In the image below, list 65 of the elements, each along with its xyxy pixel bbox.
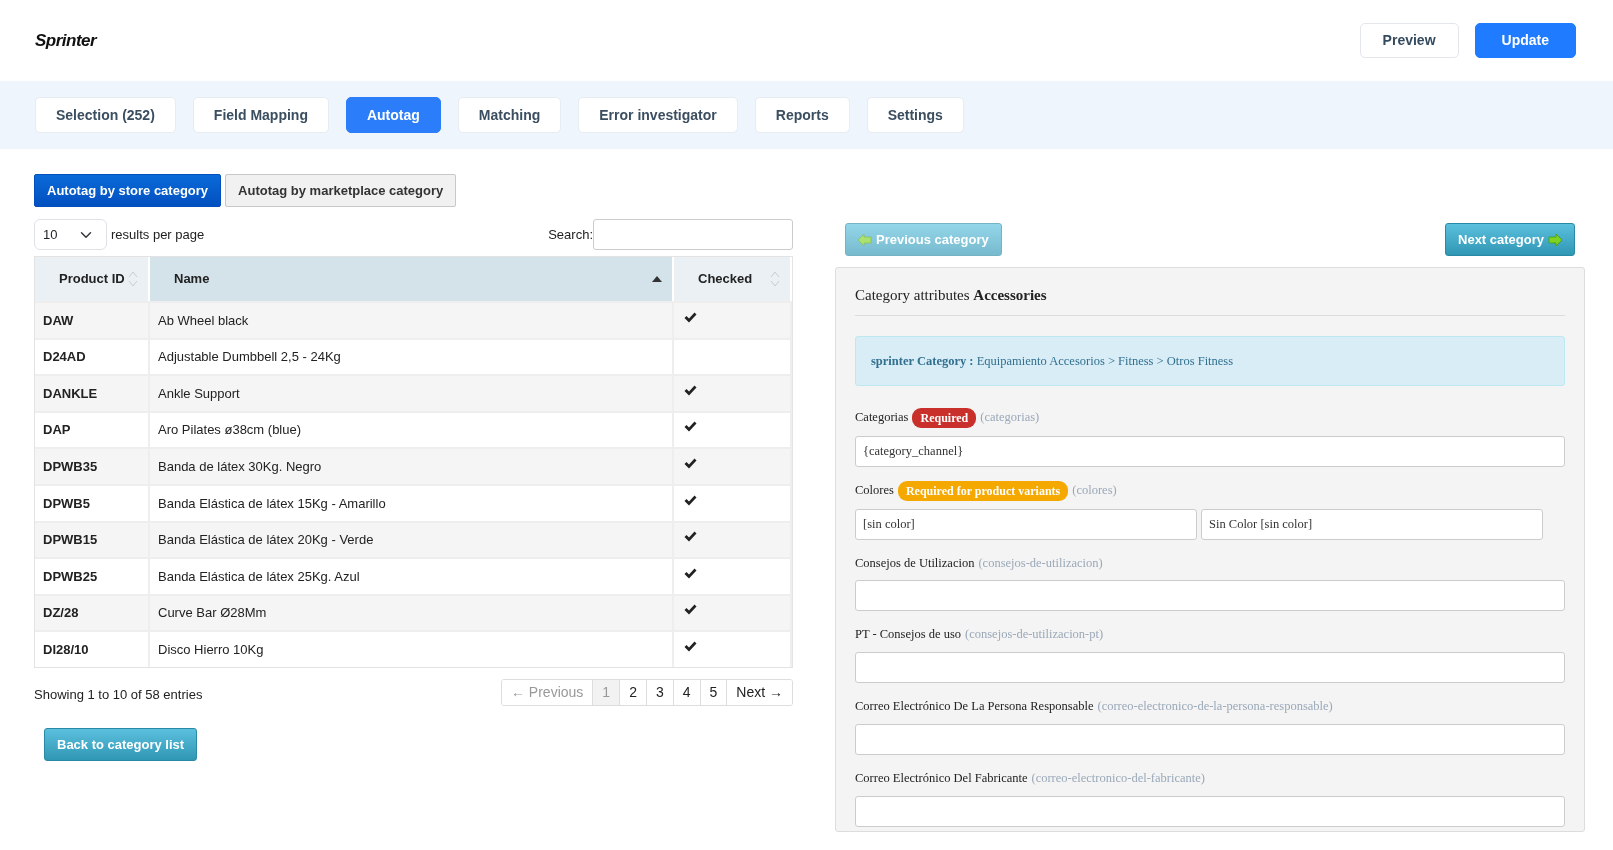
nav-tab[interactable]: Selection (252) bbox=[35, 97, 176, 133]
sub-tab[interactable]: Autotag by marketplace category bbox=[225, 174, 457, 207]
nav-tab[interactable]: Autotag bbox=[345, 97, 441, 133]
required-badge: Required for product variants bbox=[897, 480, 1069, 501]
attribute-label: PT - Consejos de uso bbox=[855, 626, 962, 644]
right-arrow-icon bbox=[1548, 233, 1562, 246]
check-icon bbox=[684, 494, 697, 506]
attribute-input[interactable]: {category_channel} bbox=[855, 435, 1565, 467]
attribute-input[interactable] bbox=[855, 580, 1565, 612]
attribute-code: (categorias) bbox=[980, 409, 1040, 427]
nav-tab[interactable]: Matching bbox=[457, 97, 562, 133]
next-page-link[interactable]: Next → bbox=[726, 679, 792, 705]
required-badge: Required bbox=[912, 407, 977, 428]
attribute-code: (correo-electronico-del-fabricante) bbox=[1031, 769, 1205, 787]
nav-tab[interactable]: Error investigator bbox=[578, 97, 738, 133]
check-icon bbox=[684, 531, 697, 543]
check-icon bbox=[684, 421, 697, 433]
table-cell: DI28/10 bbox=[35, 630, 150, 667]
check-icon bbox=[684, 384, 697, 396]
table-cell: Ab Wheel black bbox=[150, 301, 674, 338]
table-cell: DAW bbox=[35, 301, 150, 338]
check-icon bbox=[684, 567, 697, 579]
table-cell: DPWB35 bbox=[35, 447, 150, 484]
attribute-code: (colores) bbox=[1072, 482, 1117, 500]
attribute-label: Correo Electrónico Del Fabricante bbox=[855, 769, 1028, 787]
check-icon bbox=[684, 640, 697, 652]
nav-tab[interactable]: Reports bbox=[754, 97, 850, 133]
nav-tab[interactable]: Settings bbox=[866, 97, 964, 133]
attribute-label: Categorias bbox=[855, 409, 909, 427]
attribute-input[interactable] bbox=[855, 652, 1565, 683]
update-button[interactable]: Update bbox=[1474, 23, 1576, 58]
preview-button[interactable]: Preview bbox=[1359, 23, 1459, 58]
table-cell: Banda Elástica de látex 20Kg - Verde bbox=[150, 520, 674, 558]
left-arrow-icon bbox=[858, 233, 872, 246]
table-cell: Ankle Support bbox=[150, 374, 674, 411]
attribute-label: Consejos de Utilizacion bbox=[855, 554, 975, 572]
attribute-input[interactable] bbox=[855, 795, 1565, 827]
attribute-input[interactable]: Sin Color [sin color] bbox=[1201, 508, 1543, 540]
attribute-code: (correo-electronico-de-la-persona-responsable) bbox=[1097, 698, 1333, 715]
category-alert: sprinter Category : Equipamiento Accesorios > Fitness > Otros Fitness bbox=[855, 335, 1565, 386]
page-size-label: results per page bbox=[111, 225, 205, 244]
table-cell: Disco Hierro 10Kg bbox=[150, 630, 674, 667]
panel-title: Category attributes Accessories bbox=[855, 284, 1565, 316]
column-header[interactable]: Name bbox=[174, 269, 210, 289]
logo: Sprinter bbox=[35, 29, 97, 52]
check-icon bbox=[684, 604, 697, 616]
check-icon bbox=[684, 311, 697, 323]
search-label: Search: bbox=[548, 225, 593, 244]
attribute-code: (consejos-de-utilizacion-pt) bbox=[965, 626, 1104, 644]
table-cell: Curve Bar Ø28Mm bbox=[150, 593, 674, 631]
attribute-label: Colores bbox=[855, 482, 894, 500]
sub-tab[interactable]: Autotag by store category bbox=[34, 174, 222, 207]
search-field[interactable] bbox=[593, 219, 793, 250]
attribute-code: (consejos-de-utilizacion) bbox=[978, 554, 1103, 572]
attribute-input[interactable]: [sin color] bbox=[855, 508, 1197, 540]
check-icon bbox=[684, 458, 697, 469]
table-cell: Banda de látex 30Kg. Negro bbox=[150, 447, 674, 484]
table-cell: DANKLE bbox=[35, 374, 150, 411]
table-cell: DZ/28 bbox=[35, 593, 150, 631]
attribute-label: Correo Electrónico De La Persona Responsable bbox=[855, 698, 1094, 715]
nav-tab[interactable]: Field Mapping bbox=[192, 97, 329, 133]
table-cell: DPWB15 bbox=[35, 520, 150, 558]
table-info: Showing 1 to 10 of 58 entries bbox=[34, 686, 203, 705]
attribute-input[interactable] bbox=[855, 723, 1565, 755]
page-size-select[interactable]: 10 bbox=[34, 219, 107, 250]
